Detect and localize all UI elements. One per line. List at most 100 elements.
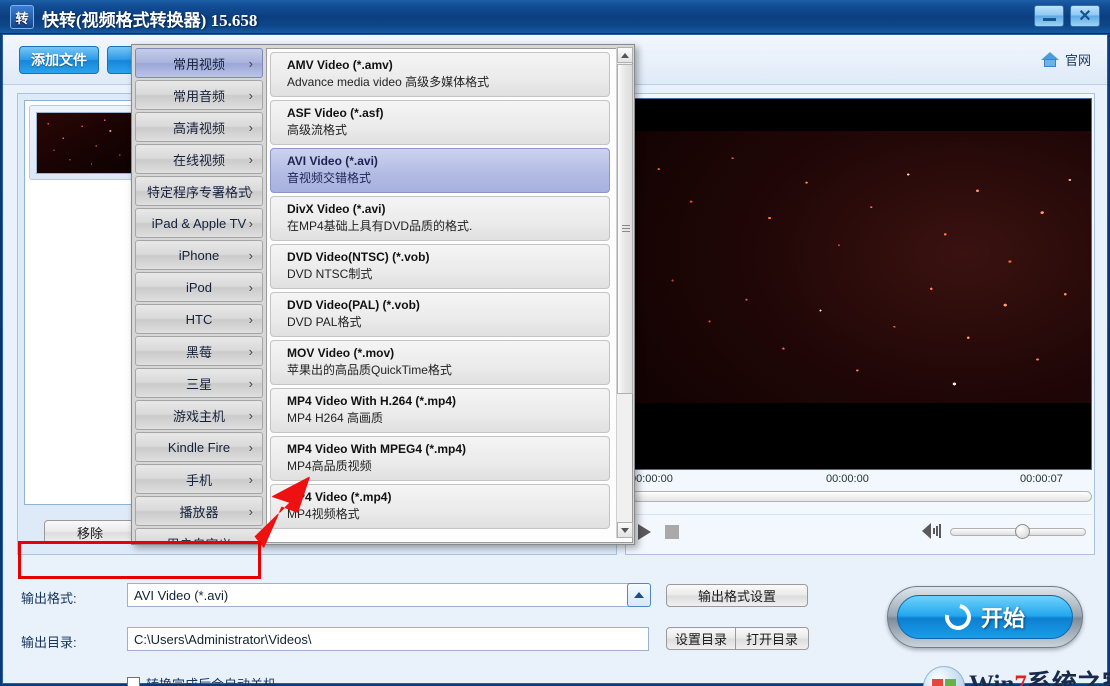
format-list-item[interactable]: ASF Video (*.asf)高级流格式 [270,100,610,145]
menu-category-label: 高清视频 [173,118,225,137]
volume-icon[interactable] [922,523,942,539]
timeline-labels: 00:00:00 00:00:00 00:00:07 [630,472,1092,490]
scroll-up-button[interactable] [617,47,633,63]
play-icon[interactable] [638,524,651,540]
menu-category-item[interactable]: 播放器› [135,496,263,526]
menu-category-label: Kindle Fire [168,440,230,455]
format-title: AMV Video (*.amv) [287,57,609,74]
menu-category-item[interactable]: Kindle Fire › [135,432,263,462]
output-dir-label: 输出目录: [21,632,77,651]
refresh-icon [940,599,976,635]
watermark: Win7系统之家 Www.Winwin7.com [923,662,1103,686]
menu-category-label: 黑莓 [186,342,212,361]
menu-category-item[interactable]: 高清视频 › [135,112,263,142]
output-format-label: 输出格式: [21,588,77,607]
format-description: MP4高品质视频 [287,458,609,475]
menu-category-label: 常用音频 [173,86,225,105]
format-dropdown-menu: 常用视频›常用音频›高清视频›在线视频›特定程序专署格式›iPad & Appl… [131,44,635,545]
menu-category-label: iPad & Apple TV [152,216,246,231]
auto-shutdown-checkbox[interactable] [127,677,140,686]
application-window: 转 快转(视频格式转换器) 15.658 ✕ 添加文件 官网 [0,0,1110,686]
format-title: MP4 Video With H.264 (*.mp4) [287,393,609,410]
auto-shutdown-row[interactable]: 转换完成后会自动关机 [127,674,276,686]
stop-icon[interactable] [665,525,679,539]
chevron-right-icon: › [249,121,253,134]
format-description: 音视频交错格式 [287,170,609,187]
output-format-input[interactable] [127,583,639,607]
chevron-right-icon: › [249,377,253,390]
menu-category-item[interactable]: iPod› [135,272,263,302]
start-button-label: 开始 [981,601,1025,633]
open-directory-button[interactable]: 打开目录 [735,627,809,650]
time-start: 00:00:00 [630,473,673,485]
format-settings-button[interactable]: 输出格式设置 [666,584,808,607]
menu-category-item[interactable]: 游戏主机 › [135,400,263,430]
official-site-link[interactable]: 官网 [1041,50,1091,69]
scrollbar-thumb[interactable] [617,64,633,394]
remove-button[interactable]: 移除 [44,520,136,544]
video-preview[interactable] [630,98,1092,470]
minimize-icon [1043,18,1056,21]
set-directory-button[interactable]: 设置目录 [666,627,736,650]
start-button-inner: 开始 [897,595,1073,639]
chevron-right-icon: › [249,441,253,454]
menu-category-item[interactable]: iPad & Apple TV› [135,208,263,238]
volume-slider-handle[interactable] [1015,524,1030,539]
file-thumbnail [36,112,132,174]
menu-category-item[interactable]: 手机› [135,464,263,494]
menu-category-item[interactable]: 黑莓 › [135,336,263,366]
official-site-label: 官网 [1065,50,1091,69]
chevron-right-icon: › [249,89,253,102]
format-description: 在MP4基础上具有DVD品质的格式. [287,218,609,235]
menu-category-label: 播放器 [179,502,218,521]
menu-category-item[interactable]: 在线视频› [135,144,263,174]
format-description: 苹果出的高品质QuickTime格式 [287,362,609,379]
app-icon: 转 [10,5,34,29]
format-list-item[interactable]: AMV Video (*.amv)Advance media video 高级多… [270,52,610,97]
menu-category-item[interactable]: HTC› [135,304,263,334]
format-list-item[interactable]: MOV Video (*.mov)苹果出的高品质QuickTime格式 [270,340,610,385]
menu-category-item[interactable]: iPhone› [135,240,263,270]
menu-category-item[interactable]: 常用音频 › [135,80,263,110]
menu-category-label: 在线视频 [173,150,225,169]
wm-prefix: Win [969,671,1014,686]
watermark-title: Win7系统之家 [969,664,1110,686]
output-dir-input[interactable] [127,627,649,651]
menu-category-item[interactable]: 常用视频› [135,48,263,78]
chevron-up-icon [621,53,629,58]
menu-category-item[interactable]: 特定程序专署格式› [135,176,263,206]
video-frame-content [631,131,1092,403]
format-category-list: 常用视频›常用音频›高清视频›在线视频›特定程序专署格式›iPad & Appl… [135,48,263,543]
add-file-button[interactable]: 添加文件 [19,46,99,74]
menu-category-item[interactable]: 三星 › [135,368,263,398]
format-list-item[interactable]: DVD Video(NTSC) (*.vob)DVD NTSC制式 [270,244,610,289]
menu-category-label: 三星 [186,374,212,393]
menu-category-item[interactable]: 用户自定义› [135,528,263,543]
output-format-dropdown-button[interactable] [627,583,651,607]
chevron-right-icon: › [249,57,253,70]
start-button[interactable]: 开始 [887,586,1083,648]
chevron-right-icon: › [249,409,253,422]
minimize-button[interactable] [1034,5,1064,27]
format-list-item[interactable]: MP4 Video With MPEG4 (*.mp4)MP4高品质视频 [270,436,610,481]
close-button[interactable]: ✕ [1070,5,1100,27]
format-item-list[interactable]: AMV Video (*.amv)Advance media video 高级多… [266,48,633,543]
menu-category-label: 游戏主机 [173,406,225,425]
format-list-item[interactable]: MP4 Video (*.mp4)MP4视频格式 [270,484,610,529]
chevron-right-icon: › [249,345,253,358]
format-list-item[interactable]: MP4 Video With H.264 (*.mp4)MP4 H264 高画质 [270,388,610,433]
menu-category-label: iPod [186,280,212,295]
seek-slider[interactable] [630,491,1092,502]
auto-shutdown-label: 转换完成后会自动关机 [146,674,276,686]
scroll-down-button[interactable] [617,522,633,538]
format-list-item[interactable]: DVD Video(PAL) (*.vob)DVD PAL格式 [270,292,610,337]
wm-suffix: 系统之家 [1027,671,1110,686]
title-bar: 转 快转(视频格式转换器) 15.658 ✕ [0,0,1110,34]
format-description: Advance media video 高级多媒体格式 [287,74,609,91]
chevron-down-icon [621,528,629,533]
format-title: ASF Video (*.asf) [287,105,609,122]
format-list-item[interactable]: DivX Video (*.avi)在MP4基础上具有DVD品质的格式. [270,196,610,241]
menu-category-label: 手机 [186,470,212,489]
format-list-scrollbar[interactable] [616,47,632,538]
format-list-item[interactable]: AVI Video (*.avi)音视频交错格式 [270,148,610,193]
